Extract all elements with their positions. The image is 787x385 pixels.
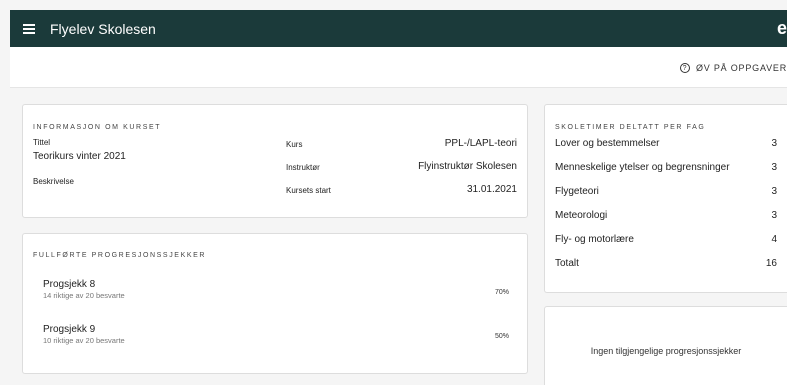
instructor-label: Instruktør xyxy=(286,163,320,172)
total-value: 16 xyxy=(765,258,777,269)
progress-check-percent: 50% xyxy=(494,333,509,340)
subject-row: Menneskelige ytelser og begrensninger 3 xyxy=(555,162,777,184)
subject-count: 4 xyxy=(771,234,777,245)
title-value: Teorikurs vinter 2021 xyxy=(33,151,126,162)
progress-check-detail: 10 riktige av 20 besvarte xyxy=(43,336,125,345)
top-app-bar: Flyelev Skolesen e xyxy=(10,10,787,47)
subject-row: Meteorologi 3 xyxy=(555,210,777,232)
subject-name: Meteorologi xyxy=(555,210,608,221)
available-progress-checks-card: Ingen tilgjengelige progresjonssjekker xyxy=(544,306,787,385)
empty-state-message: Ingen tilgjengelige progresjonssjekker xyxy=(590,346,742,356)
progress-check-percent: 70% xyxy=(494,289,509,296)
school-hours-card: SKOLETIMER DELTATT PER FAG Lover og best… xyxy=(544,104,787,293)
progress-check-item[interactable]: Progsjekk 8 14 riktige av 20 besvarte xyxy=(43,279,125,300)
progress-checks-heading: FULLFØRTE PROGRESJONSSJEKKER xyxy=(33,252,207,259)
progress-checks-card: FULLFØRTE PROGRESJONSSJEKKER Progsjekk 8… xyxy=(22,233,528,374)
total-row: Totalt 16 xyxy=(555,258,777,280)
course-value: PPL-/LAPL-teori xyxy=(444,138,517,149)
subject-count: 3 xyxy=(771,210,777,221)
progress-check-name: Progsjekk 9 xyxy=(43,324,96,335)
app-title: Flyelev Skolesen xyxy=(50,20,156,37)
course-start-value: 31.01.2021 xyxy=(466,184,517,195)
progress-check-item[interactable]: Progsjekk 9 10 riktige av 20 besvarte xyxy=(43,324,125,345)
total-label: Totalt xyxy=(555,258,579,269)
title-label: Tittel xyxy=(33,138,51,147)
practice-tasks-label: ØV PÅ OPPGAVER xyxy=(695,63,787,73)
school-hours-heading: SKOLETIMER DELTATT PER FAG xyxy=(555,124,706,131)
course-info-card: INFORMASJON OM KURSET Tittel Teorikurs v… xyxy=(22,104,528,218)
course-info-heading: INFORMASJON OM KURSET xyxy=(33,124,162,131)
progress-check-name: Progsjekk 8 xyxy=(43,279,96,290)
brand-logo[interactable]: e xyxy=(777,18,787,39)
hamburger-menu-icon[interactable] xyxy=(23,23,35,34)
subject-name: Menneskelige ytelser og begrensninger xyxy=(555,162,730,173)
subject-count: 3 xyxy=(771,138,777,149)
subject-name: Flygeteori xyxy=(555,186,599,197)
practice-tasks-button[interactable]: ? ØV PÅ OPPGAVER xyxy=(679,63,787,73)
toolbar: ? ØV PÅ OPPGAVER xyxy=(10,47,787,88)
subject-name: Fly- og motorlære xyxy=(555,234,634,245)
description-label: Beskrivelse xyxy=(33,177,74,186)
subject-row: Lover og bestemmelser 3 xyxy=(555,138,777,160)
progress-check-detail: 14 riktige av 20 besvarte xyxy=(43,291,125,300)
subject-row: Flygeteori 3 xyxy=(555,186,777,208)
course-label: Kurs xyxy=(286,140,303,149)
subject-row: Fly- og motorlære 4 xyxy=(555,234,777,256)
subject-name: Lover og bestemmelser xyxy=(555,138,660,149)
course-start-label: Kursets start xyxy=(286,186,331,195)
instructor-value: Flyinstruktør Skolesen xyxy=(418,161,517,172)
subject-count: 3 xyxy=(771,162,777,173)
help-circle-icon: ? xyxy=(679,63,690,73)
subject-count: 3 xyxy=(771,186,777,197)
